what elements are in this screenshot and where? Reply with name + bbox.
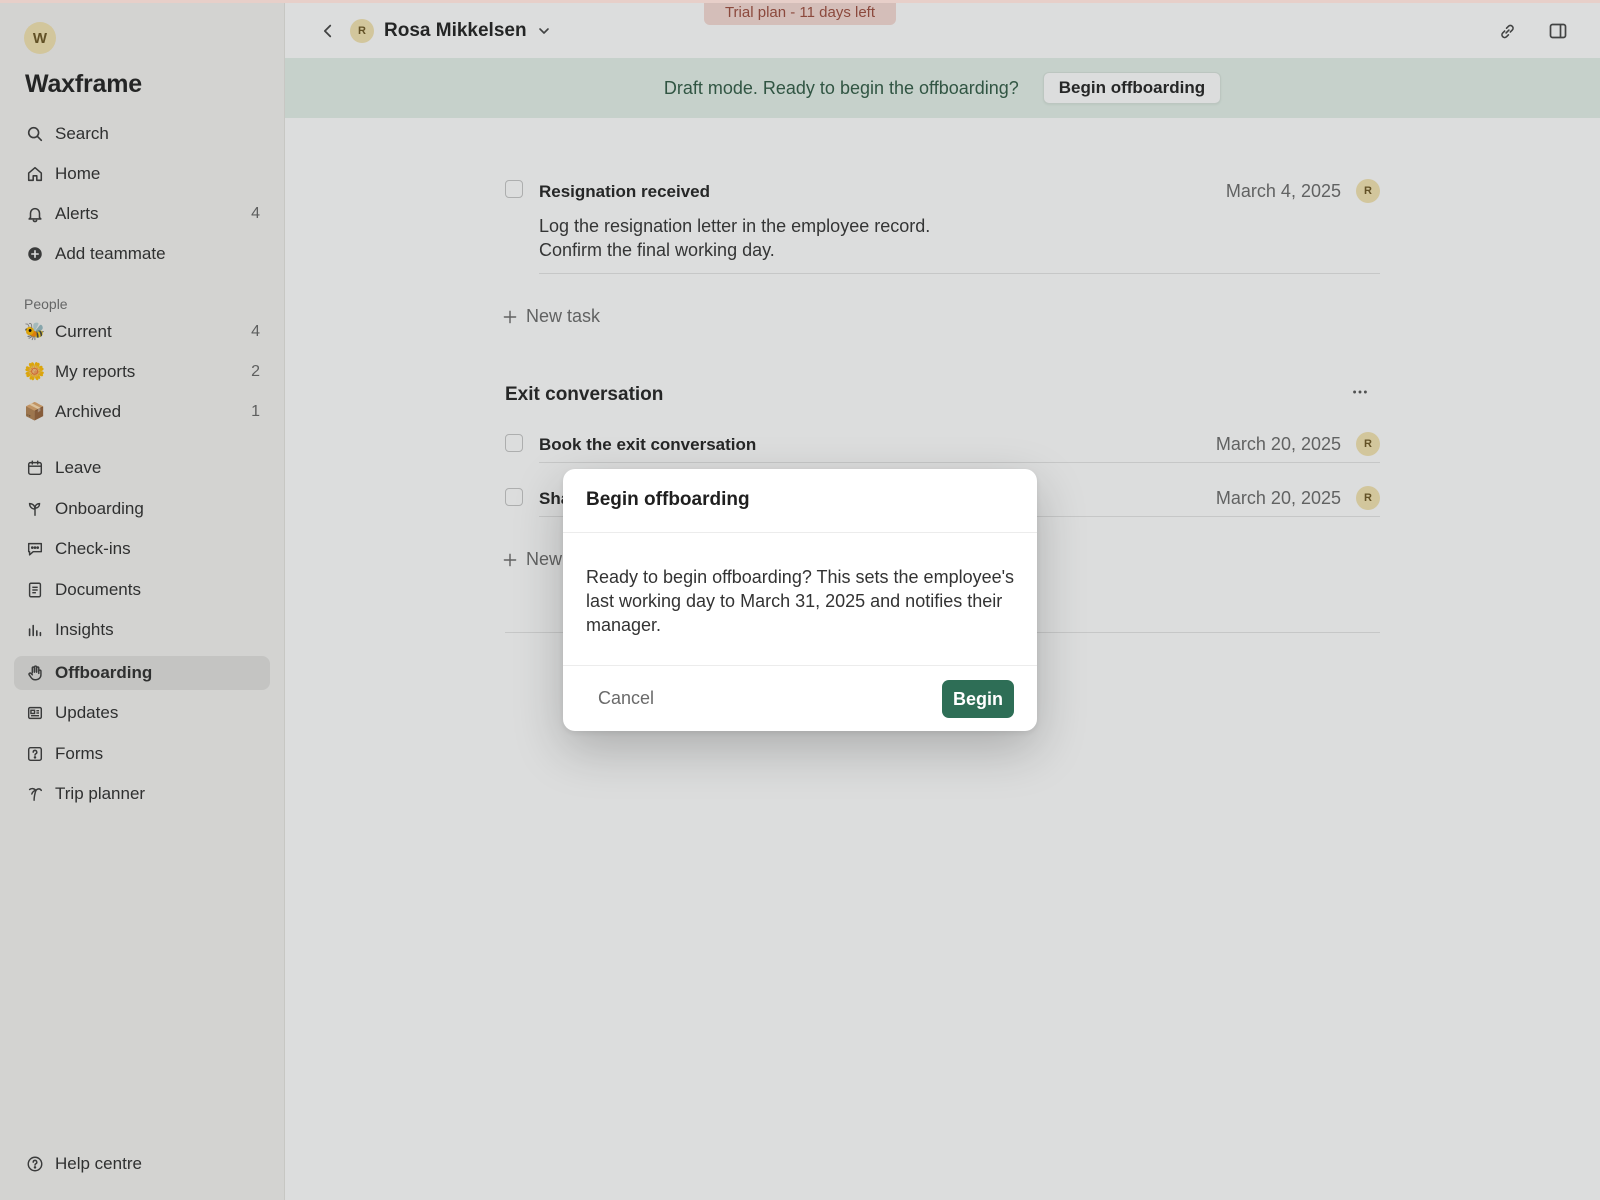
top-accent-line	[0, 0, 1600, 3]
dialog-divider	[563, 665, 1037, 666]
begin-offboarding-dialog: Begin offboarding Ready to begin offboar…	[563, 469, 1037, 731]
dialog-divider	[563, 532, 1037, 533]
modal-backdrop[interactable]: Begin offboarding Ready to begin offboar…	[0, 0, 1600, 1200]
cancel-button[interactable]: Cancel	[598, 688, 654, 709]
dialog-body: Ready to begin offboarding? This sets th…	[586, 567, 1015, 635]
dialog-title: Begin offboarding	[586, 489, 750, 510]
begin-button[interactable]: Begin	[941, 680, 1014, 718]
